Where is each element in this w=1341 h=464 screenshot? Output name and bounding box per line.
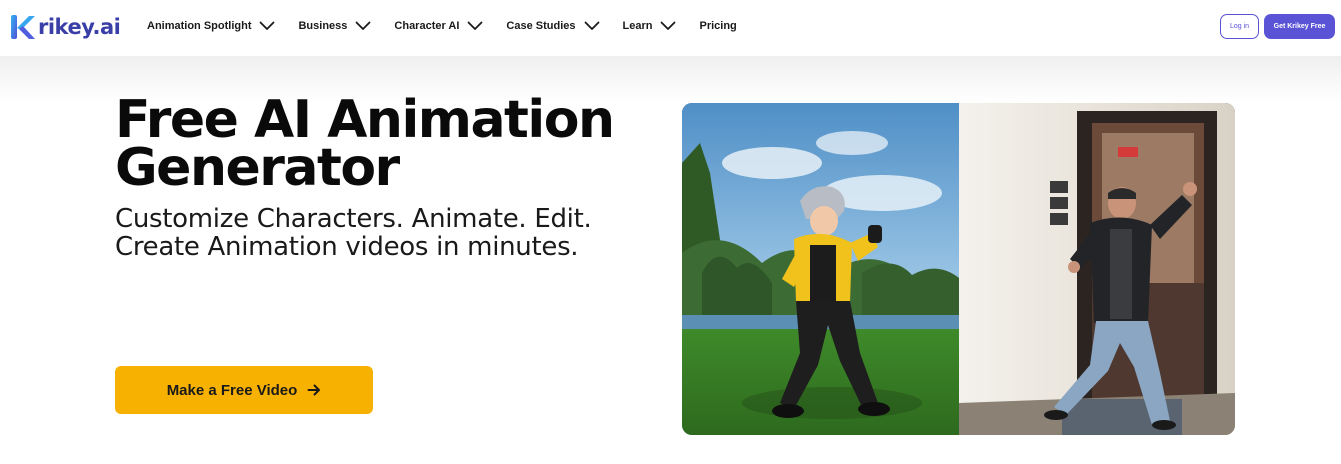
nav-item-pricing[interactable]: Pricing — [699, 20, 736, 32]
nav-item-label: Learn — [622, 20, 653, 32]
hero-subtitle-line-1: Customize Characters. Animate. Edit. — [115, 204, 592, 234]
login-button[interactable]: Log in — [1220, 14, 1259, 39]
nav-item-animation-spotlight[interactable]: Animation Spotlight — [147, 20, 275, 32]
live-action-panel — [959, 103, 1235, 435]
nav-item-label: Pricing — [699, 20, 737, 32]
hero-subtitle-line-2: Create Animation videos in minutes. — [115, 232, 579, 262]
krikey-logo[interactable]: rikey.ai — [9, 13, 121, 41]
nav-item-character-ai[interactable]: Character AI — [394, 20, 483, 32]
chevron-down-icon — [661, 21, 676, 30]
arrow-right-icon — [307, 384, 321, 396]
chevron-down-icon — [356, 21, 371, 30]
top-navbar: rikey.ai Animation Spotlight Business Ch… — [0, 0, 1341, 56]
make-free-video-button[interactable]: Make a Free Video — [115, 366, 373, 414]
main-nav: Animation Spotlight Business Character A… — [147, 0, 737, 52]
nav-item-label: Character AI — [394, 20, 460, 32]
get-krikey-free-button[interactable]: Get Krikey Free — [1264, 14, 1335, 39]
cta-label: Make a Free Video — [166, 381, 298, 399]
nav-item-label: Business — [298, 20, 348, 32]
hero-title: Free AI Animation Generator — [115, 90, 615, 198]
nav-item-learn[interactable]: Learn — [623, 20, 677, 32]
chevron-down-icon — [468, 21, 483, 30]
nav-item-label: Animation Spotlight — [147, 20, 252, 32]
chevron-down-icon — [584, 21, 599, 30]
logo-text: rikey.ai — [38, 15, 121, 39]
hero-subtitle: Customize Characters. Animate. Edit. Cre… — [115, 205, 675, 261]
chevron-down-icon — [260, 21, 275, 30]
hero-video[interactable] — [682, 103, 1235, 435]
nav-item-case-studies[interactable]: Case Studies — [506, 20, 599, 32]
nav-item-business[interactable]: Business — [298, 20, 371, 32]
nav-item-label: Case Studies — [506, 20, 576, 32]
krikey-k-icon — [11, 15, 35, 39]
animated-scene-panel — [682, 103, 959, 435]
